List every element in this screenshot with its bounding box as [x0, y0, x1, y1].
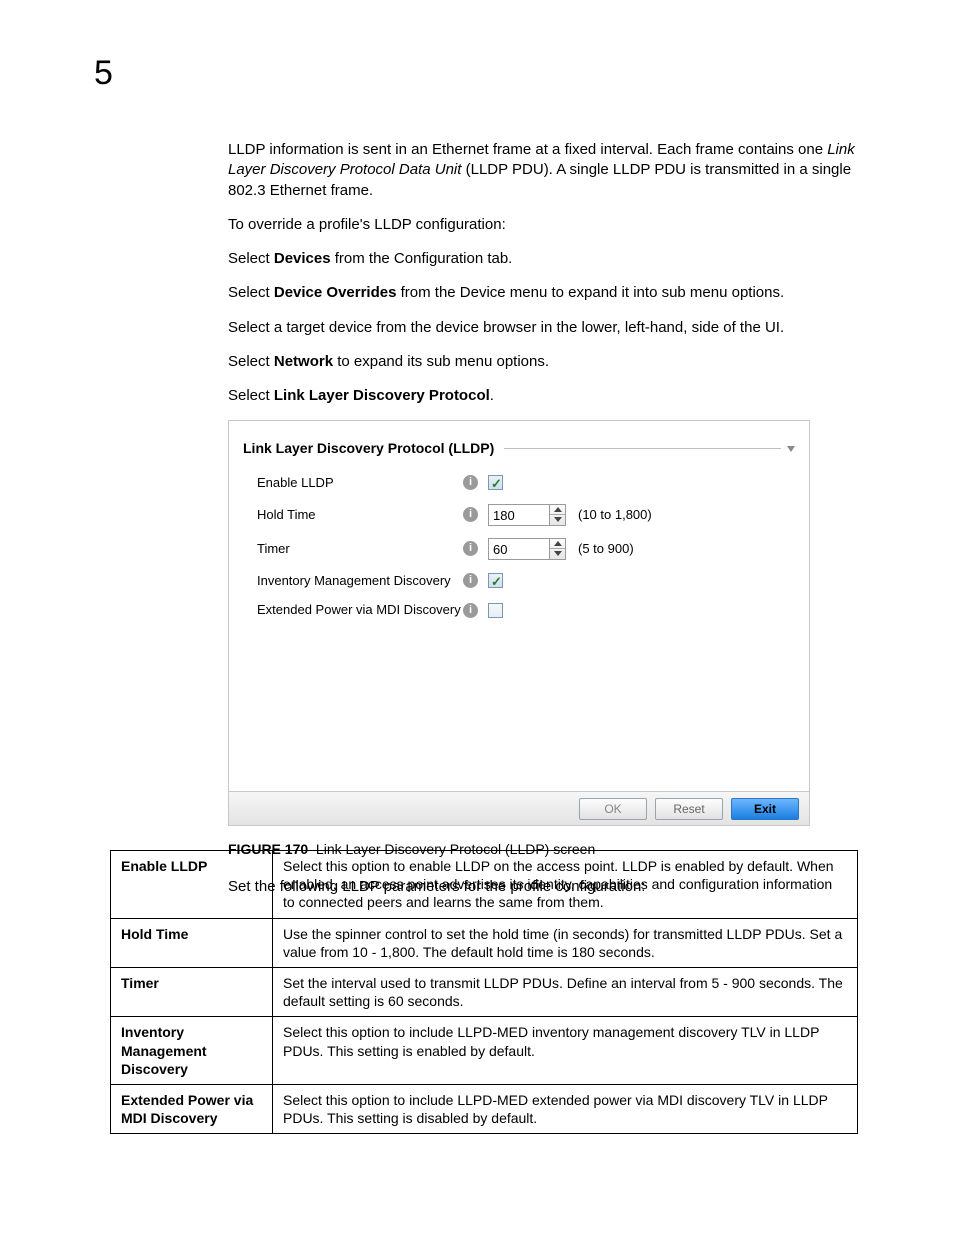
chevron-up-icon [554, 541, 562, 546]
param-desc: Select this option to include LLPD-MED e… [273, 1084, 858, 1133]
table-row: Extended Power via MDI Discovery Select … [111, 1084, 858, 1133]
table-row: Timer Set the interval used to transmit … [111, 967, 858, 1016]
text: Select [228, 284, 274, 301]
row-enable-lldp: Enable LLDP i ✓ [243, 474, 795, 492]
text: from the Configuration tab. [331, 250, 513, 267]
panel-title: Link Layer Discovery Protocol (LLDP) [243, 439, 504, 458]
checkbox-inventory-discovery[interactable]: ✓ [488, 573, 503, 588]
row-inventory-discovery: Inventory Management Discovery i ✓ [243, 572, 795, 590]
checkbox-extended-power[interactable] [488, 603, 503, 618]
chevron-down-icon [554, 551, 562, 556]
spinner-down-button[interactable] [550, 514, 565, 525]
intro-paragraph-1: LLDP information is sent in an Ethernet … [228, 140, 858, 201]
panel-footer: OK Reset Exit [229, 791, 809, 825]
label-hold-time: Hold Time [257, 506, 463, 524]
row-extended-power: Extended Power via MDI Discovery i [243, 601, 795, 619]
keyword-network: Network [274, 353, 333, 370]
param-name: Timer [111, 967, 273, 1016]
step-select-lldp: Select Link Layer Discovery Protocol. [228, 386, 858, 406]
step-target-device: Select a target device from the device b… [228, 318, 858, 338]
table-row: Enable LLDP Select this option to enable… [111, 851, 858, 919]
range-hint-timer: (5 to 900) [578, 540, 634, 558]
label-timer: Timer [257, 540, 463, 558]
label-extended-power: Extended Power via MDI Discovery [257, 601, 463, 619]
row-timer: Timer i 60 (5 to 900) [243, 538, 795, 560]
check-icon: ✓ [491, 573, 502, 591]
table-row: Inventory Management Discovery Select th… [111, 1017, 858, 1085]
intro-paragraph-2: To override a profile's LLDP configurati… [228, 215, 858, 235]
lldp-panel: Link Layer Discovery Protocol (LLDP) Ena… [228, 420, 810, 826]
checkbox-enable-lldp[interactable]: ✓ [488, 475, 503, 490]
chevron-up-icon [554, 507, 562, 512]
panel-titlebar: Link Layer Discovery Protocol (LLDP) [243, 439, 795, 458]
step-select-device-overrides: Select Device Overrides from the Device … [228, 283, 858, 303]
chevron-down-icon [554, 517, 562, 522]
table-row: Hold Time Use the spinner control to set… [111, 918, 858, 967]
check-icon: ✓ [491, 475, 502, 493]
keyword-devices: Devices [274, 250, 331, 267]
spinner-down-button[interactable] [550, 548, 565, 559]
param-desc: Set the interval used to transmit LLDP P… [273, 967, 858, 1016]
text: Select [228, 353, 274, 370]
timer-value[interactable]: 60 [489, 539, 549, 559]
text: . [490, 387, 494, 404]
param-name: Extended Power via MDI Discovery [111, 1084, 273, 1133]
param-name: Inventory Management Discovery [111, 1017, 273, 1085]
spinner-hold-time[interactable]: 180 [488, 504, 566, 526]
info-icon[interactable]: i [463, 541, 478, 556]
spinner-up-button[interactable] [550, 539, 565, 549]
param-desc: Select this option to include LLPD-MED i… [273, 1017, 858, 1085]
param-name: Hold Time [111, 918, 273, 967]
spinner-up-button[interactable] [550, 505, 565, 515]
divider [504, 448, 781, 449]
info-icon[interactable]: i [463, 475, 478, 490]
ok-button[interactable]: OK [579, 798, 647, 820]
param-name: Enable LLDP [111, 851, 273, 919]
parameters-table: Enable LLDP Select this option to enable… [110, 850, 858, 1134]
info-icon[interactable]: i [463, 507, 478, 522]
collapse-caret-icon[interactable] [787, 446, 795, 452]
text: from the Device menu to expand it into s… [396, 284, 784, 301]
label-enable-lldp: Enable LLDP [257, 474, 463, 492]
text: Select [228, 250, 274, 267]
param-desc: Use the spinner control to set the hold … [273, 918, 858, 967]
page-number: 5 [94, 54, 113, 93]
text: Select [228, 387, 274, 404]
step-select-devices: Select Devices from the Configuration ta… [228, 249, 858, 269]
info-icon[interactable]: i [463, 573, 478, 588]
param-desc: Select this option to enable LLDP on the… [273, 851, 858, 919]
info-icon[interactable]: i [463, 603, 478, 618]
keyword-lldp: Link Layer Discovery Protocol [274, 387, 490, 404]
range-hint-hold: (10 to 1,800) [578, 506, 652, 524]
spinner-timer[interactable]: 60 [488, 538, 566, 560]
exit-button[interactable]: Exit [731, 798, 799, 820]
reset-button[interactable]: Reset [655, 798, 723, 820]
text: to expand its sub menu options. [333, 353, 549, 370]
row-hold-time: Hold Time i 180 (10 to 1,800) [243, 504, 795, 526]
label-inventory-discovery: Inventory Management Discovery [257, 572, 463, 590]
keyword-device-overrides: Device Overrides [274, 284, 397, 301]
hold-time-value[interactable]: 180 [489, 505, 549, 525]
step-select-network: Select Network to expand its sub menu op… [228, 352, 858, 372]
text: LLDP information is sent in an Ethernet … [228, 141, 827, 158]
